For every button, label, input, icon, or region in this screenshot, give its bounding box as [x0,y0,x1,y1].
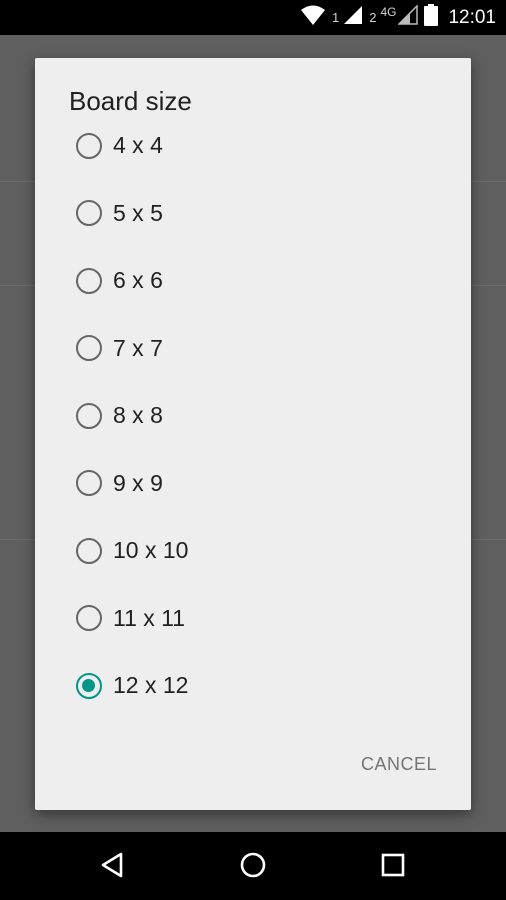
radio-button-selected[interactable] [76,672,102,699]
option-label: 7 x 7 [113,334,163,361]
option-7x7[interactable]: 7 x 7 [35,315,471,383]
radio-button[interactable] [76,470,102,497]
radio-button[interactable] [76,335,102,362]
home-button[interactable] [236,850,270,884]
radio-button[interactable] [76,537,102,564]
back-button[interactable] [95,850,129,884]
option-label: 9 x 9 [113,469,163,496]
option-5x5[interactable]: 5 x 5 [35,180,471,248]
recents-button[interactable] [376,850,410,884]
network-type: 4G [380,4,397,19]
option-9x9[interactable]: 9 x 9 [35,450,471,518]
board-size-dialog: Board size 4 x 4 5 x 5 6 x 6 7 x 7 8 x 8… [35,58,471,810]
radio-button[interactable] [76,605,102,632]
navigation-bar [0,832,506,900]
back-triangle-icon [99,851,125,884]
option-11x11[interactable]: 11 x 11 [35,585,471,653]
sim2-label: 2 [369,10,377,25]
signal-icon-sim2 [397,4,419,30]
option-10x10[interactable]: 10 x 10 [35,517,471,585]
option-4x4[interactable]: 4 x 4 [35,112,471,180]
radio-button[interactable] [76,402,102,429]
option-6x6[interactable]: 6 x 6 [35,247,471,315]
option-label: 5 x 5 [113,199,163,226]
radio-button[interactable] [76,132,102,159]
status-bar: 1 2 4G 12:01 [0,0,506,35]
cancel-button[interactable]: CANCEL [361,754,437,775]
option-label: 8 x 8 [113,402,163,429]
option-8x8[interactable]: 8 x 8 [35,382,471,450]
sim1-label: 1 [331,10,340,25]
options-list: 4 x 4 5 x 5 6 x 6 7 x 7 8 x 8 9 x 9 10 x… [35,112,471,720]
option-label: 4 x 4 [113,132,163,159]
option-12x12[interactable]: 12 x 12 [35,652,471,720]
signal-icon-sim1 [343,5,363,30]
home-circle-icon [239,851,267,884]
option-label: 10 x 10 [113,537,189,564]
recents-square-icon [380,852,406,883]
option-label: 6 x 6 [113,267,163,294]
wifi-icon [300,4,326,31]
clock: 12:01 [448,6,496,28]
battery-icon [424,4,439,31]
radio-button[interactable] [76,267,102,294]
radio-button[interactable] [76,200,102,227]
option-label: 12 x 12 [113,672,189,699]
option-label: 11 x 11 [113,604,186,631]
